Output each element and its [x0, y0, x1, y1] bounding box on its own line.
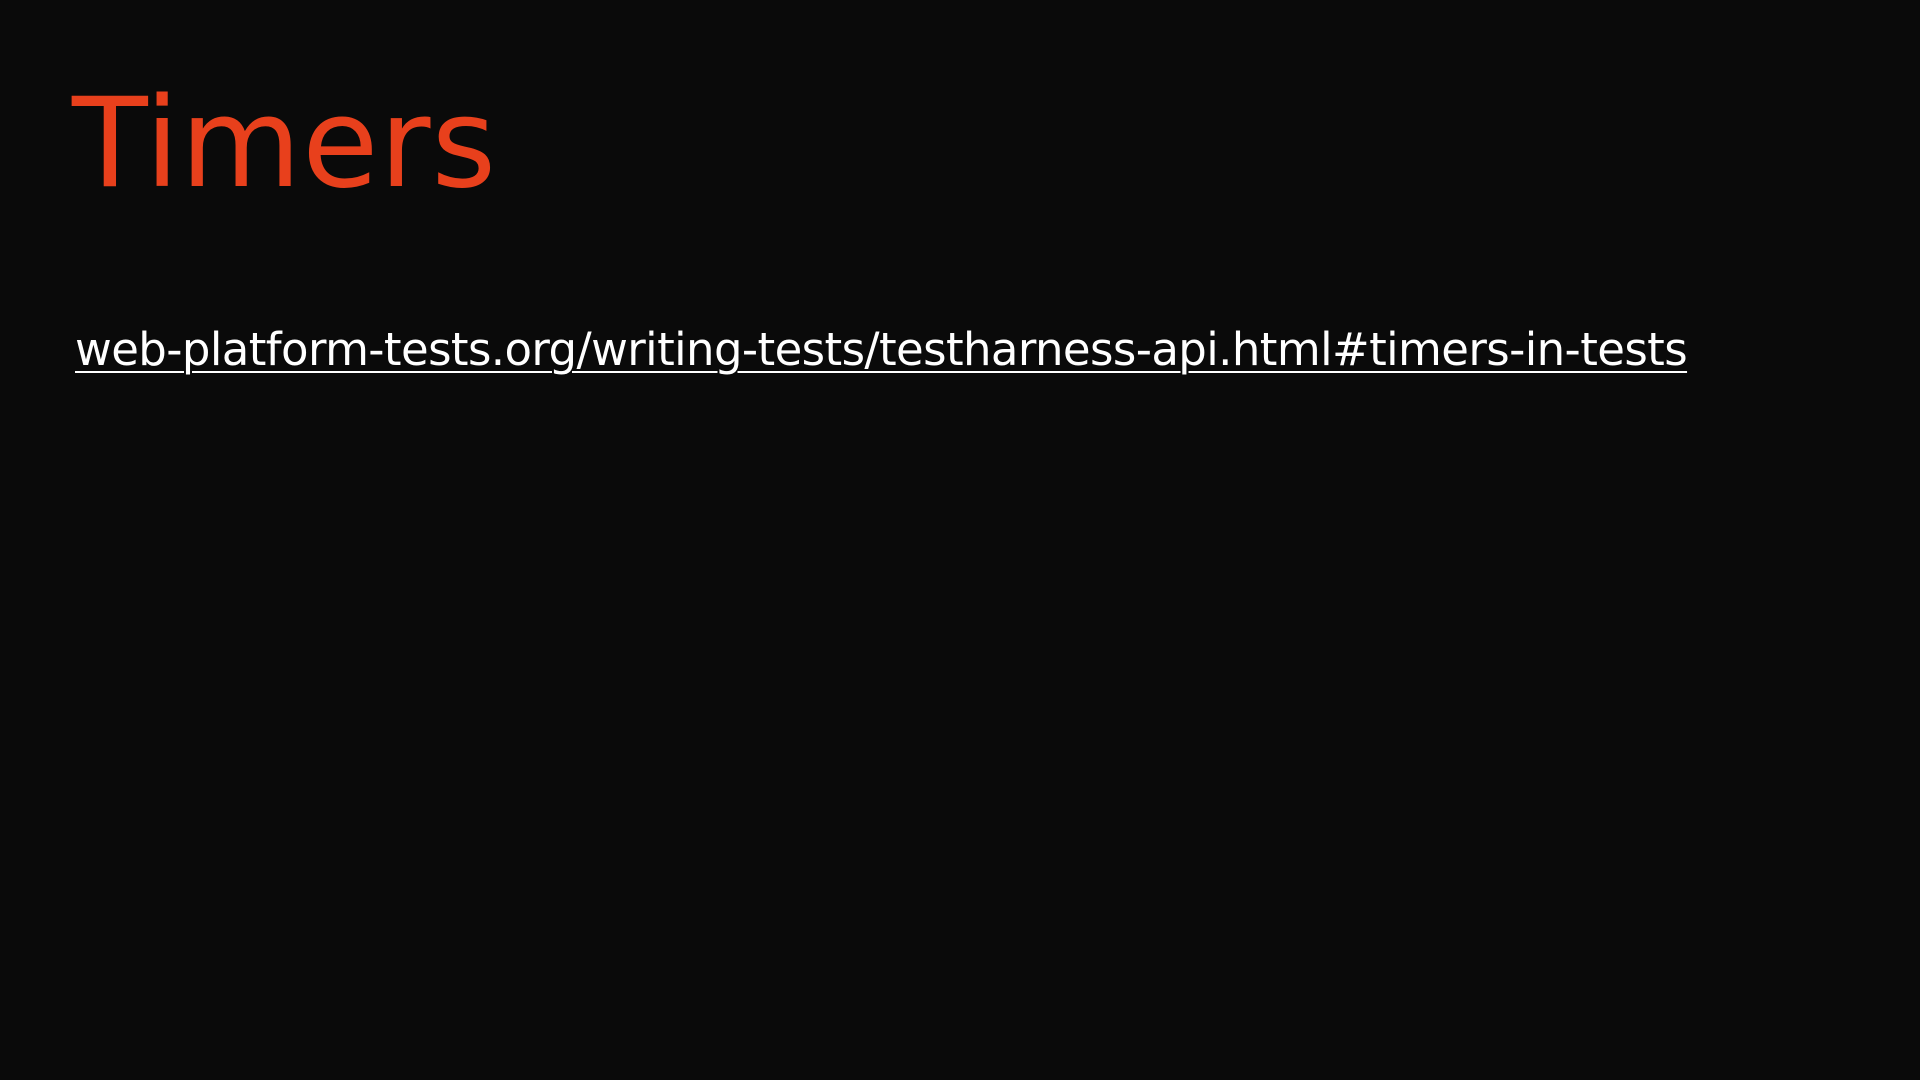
reference-link[interactable]: web-platform-tests.org/writing-tests/tes… — [75, 323, 1688, 377]
presentation-slide: Timers web-platform-tests.org/writing-te… — [0, 0, 1920, 1080]
slide-title: Timers — [72, 72, 498, 216]
